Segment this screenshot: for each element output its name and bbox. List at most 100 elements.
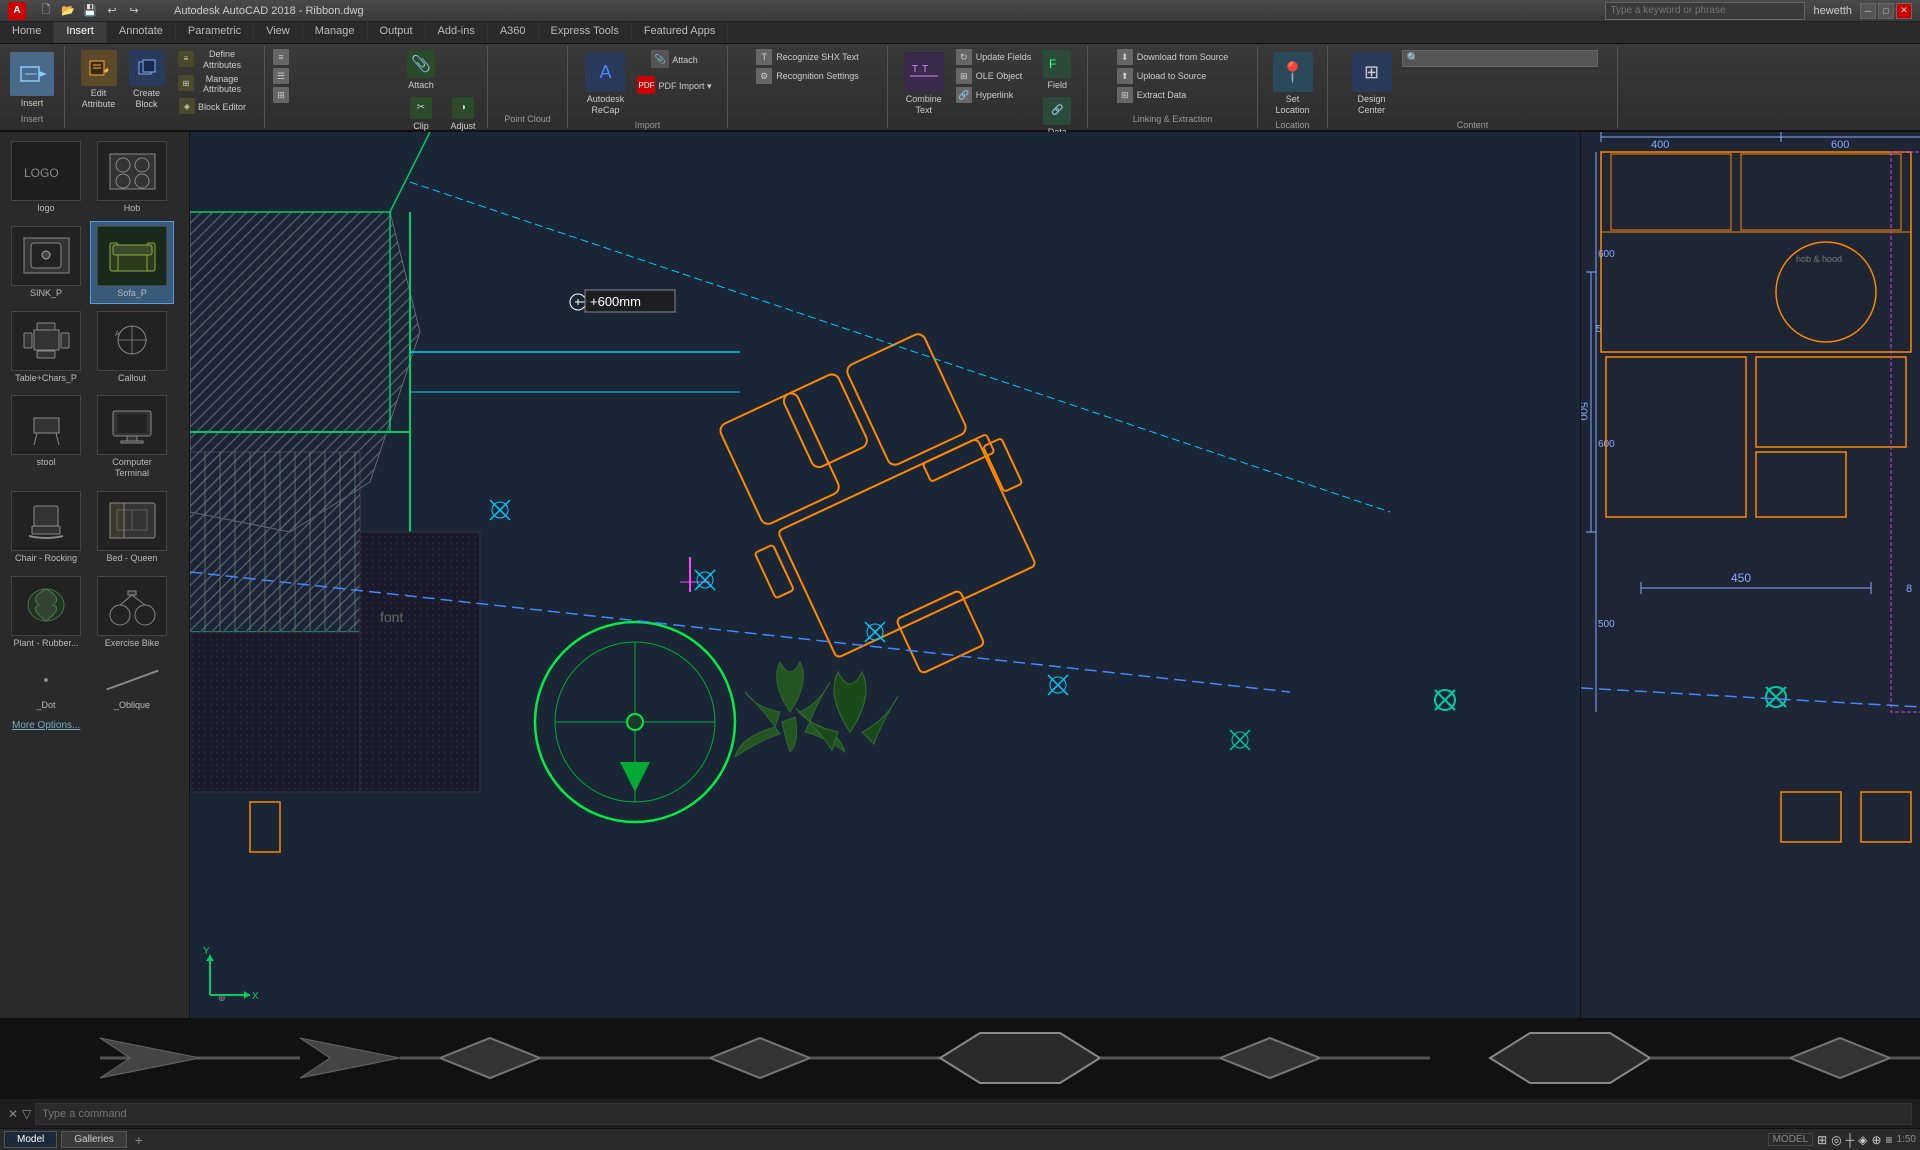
block-item-hob[interactable]: Hob [90, 136, 174, 219]
block-item-computer[interactable]: Computer Terminal [90, 390, 174, 484]
drawing-canvas[interactable]: font [190, 132, 1580, 1018]
command-input[interactable] [35, 1103, 1912, 1125]
adjust-btn[interactable]: ◑ Adjust [443, 95, 483, 134]
frames-vary-btn[interactable]: ☰ [269, 67, 399, 85]
block-item-chair-rocking[interactable]: Chair - Rocking [4, 486, 88, 569]
qat-new[interactable]: 🗋 [36, 1, 56, 21]
content-group: ⊞ DesignCenter 🔍 Content [1328, 46, 1618, 128]
insert-button[interactable]: Insert [4, 48, 60, 113]
adsk-seek-input[interactable] [1423, 53, 1553, 64]
tab-view[interactable]: View [254, 22, 303, 43]
download-source-btn[interactable]: ⬇ Download from Source [1113, 48, 1233, 66]
pdf-import-btn[interactable]: PDF PDF Import ▾ [633, 74, 715, 98]
attach-import-btn[interactable]: 📎 Attach [633, 48, 715, 72]
underlay-layers-btn[interactable]: ≡ [269, 48, 399, 66]
cmd-close-btn[interactable]: ✕ [8, 1107, 18, 1121]
add-tab-btn[interactable]: + [131, 1132, 147, 1148]
block-item-oblique[interactable]: _Oblique [90, 656, 174, 715]
snap-icon[interactable]: ◎ [1831, 1133, 1841, 1147]
recognize-shx-btn[interactable]: T Recognize SHX Text [752, 48, 863, 66]
quick-access-toolbar: 🗋 📂 💾 ↩ ↪ [32, 1, 148, 21]
block-item-callout[interactable]: A Callout [90, 306, 174, 389]
tab-manage[interactable]: Manage [303, 22, 368, 43]
polar-icon[interactable]: ◈ [1858, 1133, 1867, 1147]
osnap-icon[interactable]: ⊕ [1871, 1133, 1881, 1147]
update-fields-icon: ↻ [956, 49, 972, 65]
block-item-logo[interactable]: LOGO logo [4, 136, 88, 219]
qat-open[interactable]: 📂 [58, 1, 78, 21]
block-thumb-table-chairs [11, 311, 81, 371]
block-label-plant: Plant - Rubber... [13, 638, 78, 649]
cmd-collapse-btn[interactable]: ▽ [22, 1107, 31, 1121]
tab-parametric[interactable]: Parametric [176, 22, 254, 43]
upload-source-btn[interactable]: ⬆ Upload to Source [1113, 67, 1233, 85]
combine-text-label: CombineText [906, 94, 942, 116]
lineweight-icon[interactable]: ≡ [1886, 1133, 1893, 1147]
block-item-sink[interactable]: SINK_P [4, 221, 88, 304]
update-fields-label: Update Fields [976, 52, 1032, 62]
svg-text:400: 400 [1651, 139, 1669, 151]
extract-data-btn[interactable]: ⊞ Extract Data [1113, 86, 1233, 104]
edit-attribute-button[interactable]: EditAttribute [77, 48, 121, 112]
block-item-plant[interactable]: Plant - Rubber... [4, 571, 88, 654]
block-item-table-chairs[interactable]: Table+Chars_P [4, 306, 88, 389]
block-item-dot[interactable]: _Dot [4, 656, 88, 715]
tab-featured-apps[interactable]: Featured Apps [632, 22, 729, 43]
grid-icon[interactable]: ⊞ [1817, 1133, 1827, 1147]
close-btn[interactable]: ✕ [1896, 3, 1912, 19]
tab-annotate[interactable]: Annotate [107, 22, 176, 43]
block-panel: LOGO logo Hob [0, 132, 190, 1018]
minimize-btn[interactable]: ─ [1860, 3, 1876, 19]
maximize-btn[interactable]: □ [1878, 3, 1894, 19]
autodesk-recap-label: AutodeskReCap [587, 94, 625, 116]
create-block-button[interactable]: CreateBlock [125, 48, 169, 112]
reference-group-items: ≡ ☰ ⊞ 📎 Attach [269, 48, 483, 134]
recognition-settings-btn[interactable]: ⚙ Recognition Settings [752, 67, 863, 85]
autodesk-recap-button[interactable]: A AutodeskReCap [579, 48, 631, 120]
ole-object-icon: ⊞ [956, 68, 972, 84]
ole-object-btn[interactable]: ⊞ OLE Object [952, 67, 1036, 85]
field-btn[interactable]: F Field [1037, 48, 1077, 93]
download-source-label: Download from Source [1137, 52, 1229, 62]
tab-galleries[interactable]: Galleries [61, 1131, 126, 1148]
set-location-button[interactable]: 📍 SetLocation [1267, 48, 1319, 120]
block-item-stool[interactable]: stool [4, 390, 88, 484]
model-label: MODEL [1768, 1133, 1814, 1146]
window-controls[interactable]: ─ □ ✕ [1860, 3, 1912, 19]
svg-text:⊕: ⊕ [218, 993, 226, 1003]
user-name: hewetth [1813, 5, 1852, 17]
svg-text:600: 600 [1598, 249, 1615, 260]
keyword-search[interactable] [1605, 2, 1805, 20]
tab-add-ins[interactable]: Add-ins [426, 22, 488, 43]
qat-undo[interactable]: ↩ [102, 1, 122, 21]
hyperlink-btn[interactable]: 🔗 Hyperlink [952, 86, 1036, 104]
combine-text-button[interactable]: TT CombineText [898, 48, 950, 120]
more-options[interactable]: More Options... [4, 716, 185, 735]
update-fields-btn[interactable]: ↻ Update Fields [952, 48, 1036, 66]
block-editor-button[interactable]: ◈ Block Editor [173, 97, 253, 117]
manage-attributes-button[interactable]: ⊞ Manage Attributes [173, 73, 253, 97]
clip-btn[interactable]: ✂ Clip [401, 95, 441, 134]
tab-output[interactable]: Output [368, 22, 426, 43]
insert-label: Insert [21, 98, 44, 109]
tab-home[interactable]: Home [0, 22, 54, 43]
design-center-button[interactable]: ⊞ DesignCenter [1346, 48, 1398, 120]
snap-underlays-btn[interactable]: ⊞ [269, 86, 399, 104]
block-item-bed-queen[interactable]: Bed - Queen [90, 486, 174, 569]
define-attributes-button[interactable]: ≡ Define Attributes [173, 48, 253, 72]
point-cloud-group: Point Cloud [488, 46, 568, 128]
block-label-sofa: Sofa_P [117, 288, 147, 299]
ortho-icon[interactable]: ┼ [1846, 1133, 1855, 1147]
attach-btn[interactable]: 📎 Attach [401, 48, 441, 93]
block-item-sofa[interactable]: Sofa_P [90, 221, 174, 304]
block-label-bed-queen: Bed - Queen [106, 553, 157, 564]
adsk-seek-description [1402, 67, 1598, 71]
block-item-bike[interactable]: Exercise Bike [90, 571, 174, 654]
tab-insert[interactable]: Insert [54, 22, 107, 43]
svg-text:500: 500 [1581, 402, 1589, 420]
tab-a360[interactable]: A360 [488, 22, 539, 43]
qat-redo[interactable]: ↪ [124, 1, 144, 21]
tab-model[interactable]: Model [4, 1131, 57, 1148]
qat-save[interactable]: 💾 [80, 1, 100, 21]
tab-express-tools[interactable]: Express Tools [539, 22, 632, 43]
